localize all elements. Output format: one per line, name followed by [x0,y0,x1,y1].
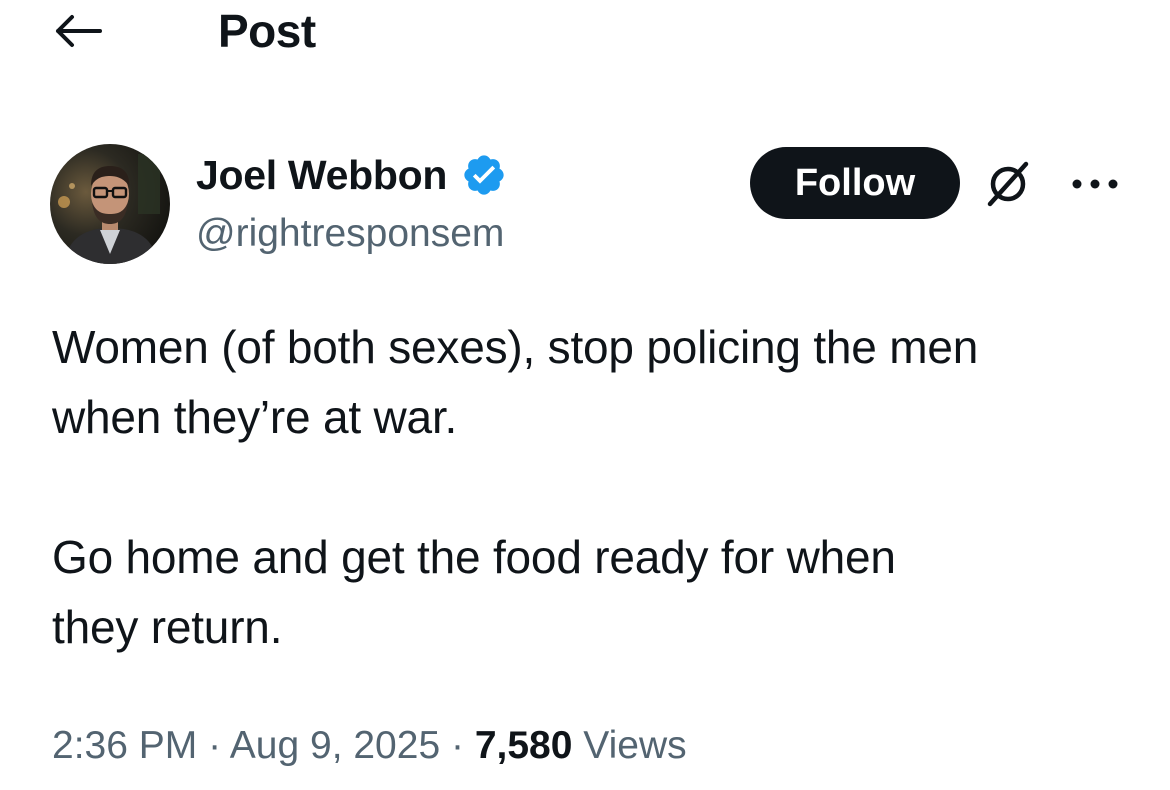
page-title: Post [218,5,316,57]
back-button[interactable] [50,8,106,54]
post-meta: 2:36 PM · Aug 9, 2025 · 7,580 Views [52,720,687,772]
verified-badge-icon [461,152,507,198]
grok-button[interactable] [978,154,1038,214]
grok-icon [987,161,1029,207]
post-time[interactable]: 2:36 PM [52,724,197,767]
author-name-row[interactable]: Joel Webbon [196,150,507,200]
post-author: Joel Webbon @rightresponsem Follow [50,144,1150,274]
author-handle[interactable]: @rightresponsem [196,210,504,258]
more-horizontal-icon [1072,179,1118,189]
views-label: Views [583,724,687,767]
views-count[interactable]: 7,580 [475,724,573,767]
meta-separator: · [208,724,222,767]
top-bar: Post [0,0,1170,70]
meta-separator: · [450,724,464,767]
post-text: Women (of both sexes), stop policing the… [52,321,979,653]
avatar[interactable] [50,144,170,264]
follow-button[interactable]: Follow [750,147,960,219]
more-options-button[interactable] [1060,154,1130,214]
avatar-photo [50,144,170,264]
arrow-left-icon [56,15,102,47]
post-date[interactable]: Aug 9, 2025 [230,724,440,767]
author-display-name: Joel Webbon [196,152,448,198]
